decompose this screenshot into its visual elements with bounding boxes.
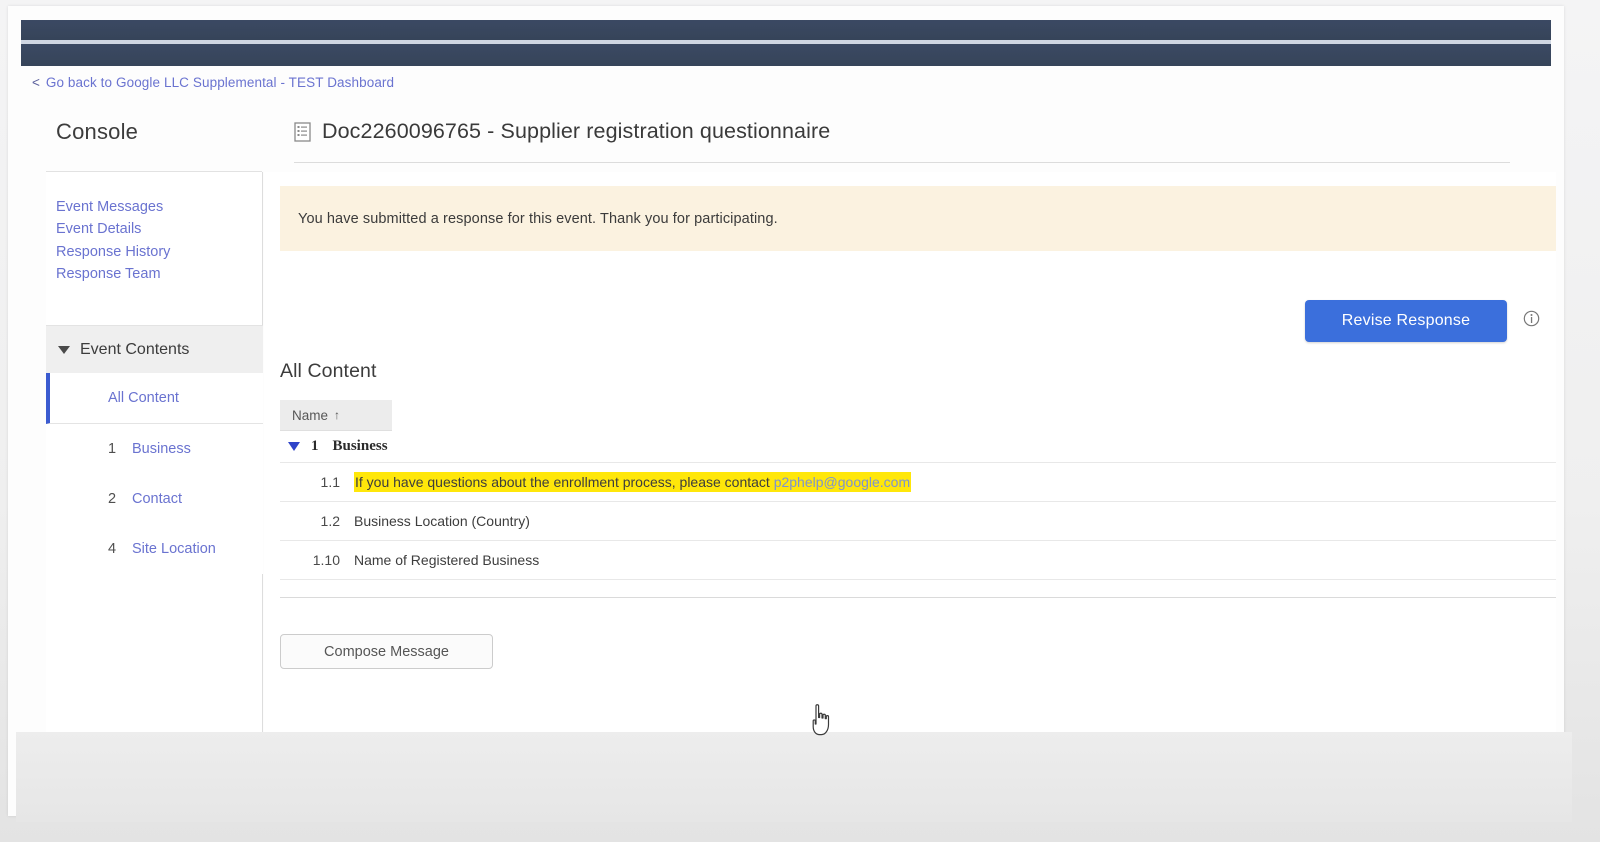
sidebar-item-site-location-number: 4 (108, 541, 117, 557)
event-contents-section-header[interactable]: Event Contents (46, 325, 263, 373)
document-title: Doc2260096765 - Supplier registration qu… (322, 119, 831, 143)
content-table: Name ↑ 1 Business 1.1 If you have questi… (280, 400, 1556, 598)
sidebar-item-all-content[interactable]: All Content (46, 373, 263, 424)
table-row-number: 1.1 (320, 474, 340, 490)
group-row-number: 1 (311, 438, 319, 454)
expand-collapse-caret-icon[interactable] (288, 442, 300, 451)
main-content: You have submitted a response for this e… (264, 172, 1556, 732)
sidebar-link-list: Event Messages Event Details Response Hi… (46, 172, 262, 286)
table-row-name: If you have questions about the enrollme… (354, 472, 912, 492)
table-bottom-divider (280, 597, 1556, 598)
table-row-group-business[interactable]: 1 Business (280, 431, 1556, 463)
document-header: Doc2260096765 - Supplier registration qu… (294, 119, 830, 144)
table-row-number: 1.2 (320, 513, 340, 529)
sidebar-item-site-location[interactable]: 4 Site Location (46, 524, 263, 574)
caret-down-icon (58, 345, 70, 354)
secondary-navigation-bar (21, 44, 1551, 66)
info-circle-icon[interactable] (1523, 310, 1540, 327)
table-row-name: Name of Registered Business (354, 552, 540, 568)
table-row[interactable]: 1.10 Name of Registered Business (280, 541, 1556, 580)
table-row[interactable]: 1.2 Business Location (Country) (280, 502, 1556, 541)
sidebar-item-response-history[interactable]: Response History (56, 241, 262, 263)
sidebar: Event Messages Event Details Response Hi… (46, 172, 263, 732)
table-row[interactable]: 1.1 If you have questions about the enro… (280, 463, 1556, 502)
compose-message-button[interactable]: Compose Message (280, 634, 493, 669)
sidebar-item-contact-number: 2 (108, 491, 117, 507)
revise-response-row: Revise Response (1305, 300, 1540, 342)
revise-response-button[interactable]: Revise Response (1305, 300, 1507, 342)
header-divider (294, 162, 1510, 163)
table-row-name-text: If you have questions about the enrollme… (355, 474, 774, 490)
sort-ascending-icon: ↑ (334, 408, 341, 422)
support-email-link[interactable]: p2phelp@google.com (774, 474, 910, 490)
footer-area (16, 732, 1572, 822)
sidebar-item-contact[interactable]: 2 Contact (46, 474, 263, 524)
sidebar-item-event-details[interactable]: Event Details (56, 218, 262, 240)
submission-banner-text: You have submitted a response for this e… (298, 210, 778, 227)
event-contents-list: All Content 1 Business 2 Contact 4 Site … (46, 373, 263, 574)
document-list-icon (294, 121, 311, 142)
go-back-dashboard-link[interactable]: Go back to Google LLC Supplemental - TES… (46, 75, 394, 90)
all-content-heading: All Content (280, 360, 377, 382)
submission-banner: You have submitted a response for this e… (280, 186, 1556, 251)
top-navigation-bar (21, 20, 1551, 40)
sidebar-item-business[interactable]: 1 Business (46, 424, 263, 474)
event-contents-label: Event Contents (80, 340, 190, 358)
back-chevron-icon: < (32, 75, 40, 90)
app-window: < Go back to Google LLC Supplemental - T… (8, 6, 1572, 822)
sidebar-item-response-team[interactable]: Response Team (56, 263, 262, 285)
sidebar-item-business-number: 1 (108, 441, 117, 457)
screen-root: < Go back to Google LLC Supplemental - T… (0, 0, 1600, 842)
table-row-number: 1.10 (312, 552, 340, 568)
group-row-name: Business (332, 438, 388, 454)
sidebar-item-business-label: Business (132, 441, 191, 457)
table-column-header-name[interactable]: Name ↑ (280, 400, 392, 431)
page-title: Console (56, 119, 139, 144)
sidebar-item-contact-label: Contact (132, 491, 182, 507)
table-row-name: Business Location (Country) (354, 513, 530, 529)
sidebar-item-all-content-label: All Content (108, 390, 179, 406)
sidebar-item-site-location-label: Site Location (132, 541, 216, 557)
breadcrumb[interactable]: < Go back to Google LLC Supplemental - T… (32, 75, 394, 90)
sidebar-item-event-messages[interactable]: Event Messages (56, 196, 262, 218)
table-column-header-label: Name (292, 407, 329, 423)
